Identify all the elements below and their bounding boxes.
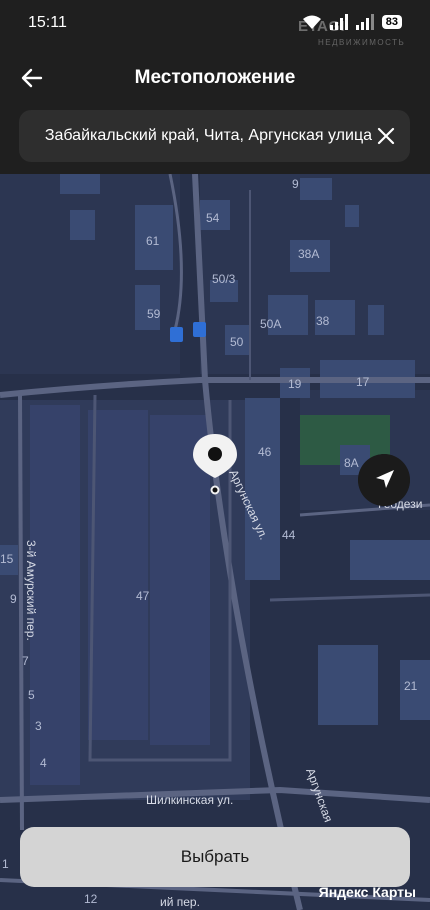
house-number: 50 (230, 335, 244, 349)
house-number: 7 (22, 654, 29, 668)
status-time: 15:11 (28, 14, 67, 31)
street-label: Шилкинская ул. (146, 793, 233, 807)
house-number: 59 (147, 307, 161, 321)
watermark-logo: ETAGI (298, 18, 346, 35)
house-number: 15 (0, 552, 14, 566)
house-number: 38А (298, 247, 319, 261)
house-number: 61 (146, 234, 160, 248)
street-label: 3-й Амурский пер. (24, 540, 38, 641)
house-number: 9 (292, 177, 299, 191)
house-number: 5 (28, 688, 35, 702)
house-number: 47 (136, 589, 150, 603)
house-number: 19 (288, 377, 302, 391)
watermark-subtitle: НЕДВИЖИМОСТЬ (318, 38, 406, 47)
house-number: 17 (356, 375, 370, 389)
address-search-value[interactable]: Забайкальский край, Чита, Аргунская улиц… (45, 110, 372, 162)
house-number: 46 (258, 445, 272, 459)
house-number: 12 (84, 892, 98, 906)
house-number: 38 (316, 314, 330, 328)
house-number: 50А (260, 317, 281, 331)
house-number: 4 (40, 756, 47, 770)
map-canvas[interactable]: 9 54 61 38А 50/3 59 50А 38 50 19 17 46 8… (0, 174, 430, 910)
house-number: 21 (404, 679, 418, 693)
house-number: 50/3 (212, 272, 236, 286)
select-button[interactable]: Выбрать (20, 827, 410, 887)
map-attribution[interactable]: Яндекс Карты (319, 884, 416, 900)
signal-icon-2 (355, 14, 374, 30)
house-number: 8А (344, 456, 359, 470)
house-number: 9 (10, 592, 17, 606)
address-search-field[interactable]: Забайкальский край, Чита, Аргунская улиц… (19, 110, 410, 162)
header: Местоположение (0, 50, 430, 106)
clear-icon[interactable] (374, 124, 398, 148)
page-title: Местоположение (134, 67, 296, 88)
street-label: ий пер. (160, 895, 200, 909)
house-number: 44 (282, 528, 296, 542)
house-number: 1 (2, 857, 9, 871)
my-location-button[interactable] (358, 454, 410, 506)
map-view[interactable]: 9 54 61 38А 50/3 59 50А 38 50 19 17 46 8… (0, 174, 430, 910)
house-number: 54 (206, 211, 220, 225)
house-number: 3 (35, 719, 42, 733)
location-pin-icon (193, 434, 237, 495)
battery-icon: 83 (381, 15, 402, 29)
